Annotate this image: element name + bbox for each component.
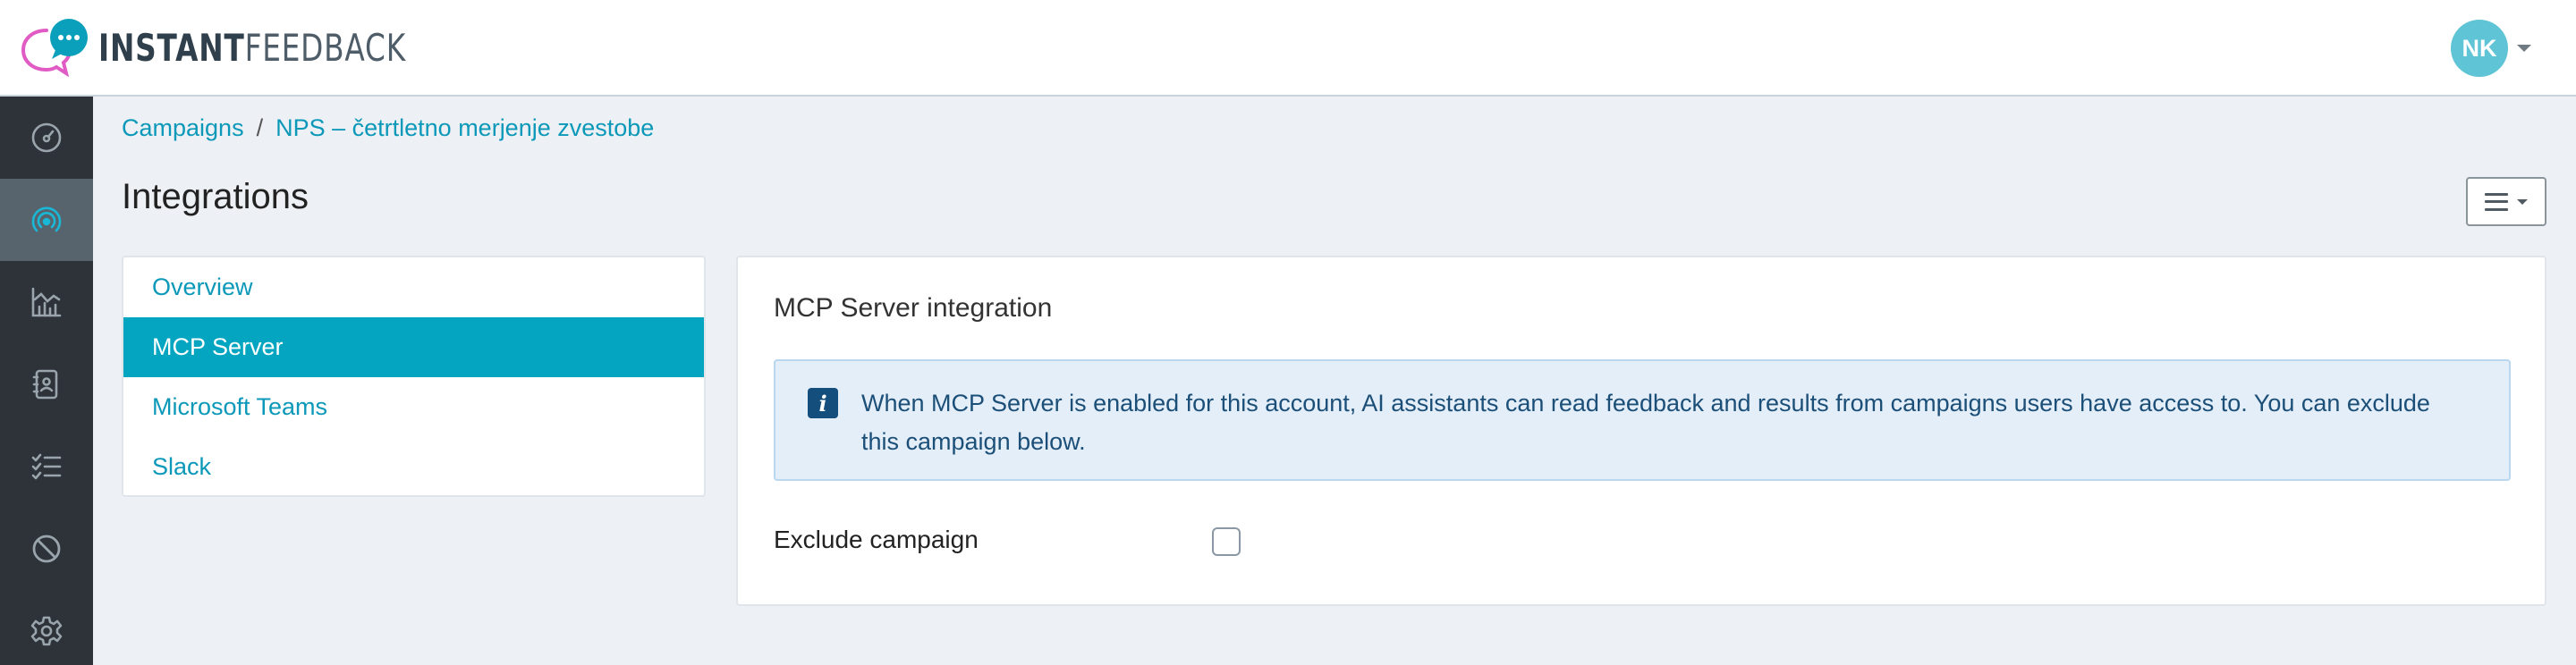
page-title: Integrations <box>122 177 309 216</box>
hamburger-icon <box>2485 192 2508 211</box>
logo-text-light: FEEDBACK <box>244 25 406 70</box>
sidebar-item-dashboard[interactable] <box>0 97 93 179</box>
sidebar <box>0 97 93 665</box>
subnav-item-mcp-server[interactable]: MCP Server <box>123 317 704 377</box>
sidebar-item-blocked[interactable] <box>0 508 93 590</box>
breadcrumb: Campaigns / NPS – četrtletno merjenje zves… <box>122 114 654 142</box>
settings-gear-icon <box>30 616 63 646</box>
sidebar-item-checklist[interactable] <box>0 425 93 508</box>
sidebar-item-broadcast[interactable] <box>0 179 93 261</box>
actions-menu-button[interactable] <box>2466 177 2546 226</box>
card-title: MCP Server integration <box>774 293 1053 323</box>
blocked-icon <box>32 535 61 563</box>
sidebar-item-contacts[interactable] <box>0 343 93 425</box>
chevron-down-icon[interactable] <box>2517 45 2531 52</box>
info-icon: i <box>808 388 838 418</box>
sidebar-item-analytics[interactable] <box>0 261 93 343</box>
logo-wordmark: INSTANTFEEDBACK <box>98 26 406 70</box>
info-alert: i When MCP Server is enabled for this ac… <box>774 359 2511 481</box>
mcp-integration-card: MCP Server integration i When MCP Server… <box>736 256 2546 606</box>
breadcrumb-separator: / <box>256 114 264 141</box>
user-menu[interactable]: NK <box>2451 20 2531 77</box>
integrations-subnav: Overview MCP Server Microsoft Teams Slac… <box>122 256 706 497</box>
subnav-item-overview[interactable]: Overview <box>123 257 704 317</box>
top-header: INSTANTFEEDBACK NK <box>0 0 2576 97</box>
exclude-campaign-label: Exclude campaign <box>774 526 979 553</box>
logo-text-bold: INSTANT <box>98 25 245 70</box>
app-logo[interactable]: INSTANTFEEDBACK <box>20 18 493 77</box>
chevron-down-icon <box>2517 198 2528 205</box>
breadcrumb-campaigns[interactable]: Campaigns <box>122 114 244 141</box>
info-alert-text: When MCP Server is enabled for this acco… <box>861 390 2430 455</box>
chat-bubbles-logo-icon <box>21 19 88 77</box>
broadcast-icon <box>31 206 62 232</box>
subnav-item-slack[interactable]: Slack <box>123 437 704 495</box>
breadcrumb-campaign-name[interactable]: NPS – četrtletno merjenje zvestobe <box>275 114 654 141</box>
dashboard-icon <box>31 122 62 153</box>
contacts-book-icon <box>32 369 58 400</box>
subnav-item-microsoft-teams[interactable]: Microsoft Teams <box>123 377 704 437</box>
exclude-campaign-checkbox[interactable] <box>1212 527 1241 556</box>
sidebar-item-settings[interactable] <box>0 590 93 665</box>
checklist-icon <box>31 453 62 480</box>
avatar[interactable]: NK <box>2451 20 2508 77</box>
analytics-chart-icon <box>31 287 62 317</box>
